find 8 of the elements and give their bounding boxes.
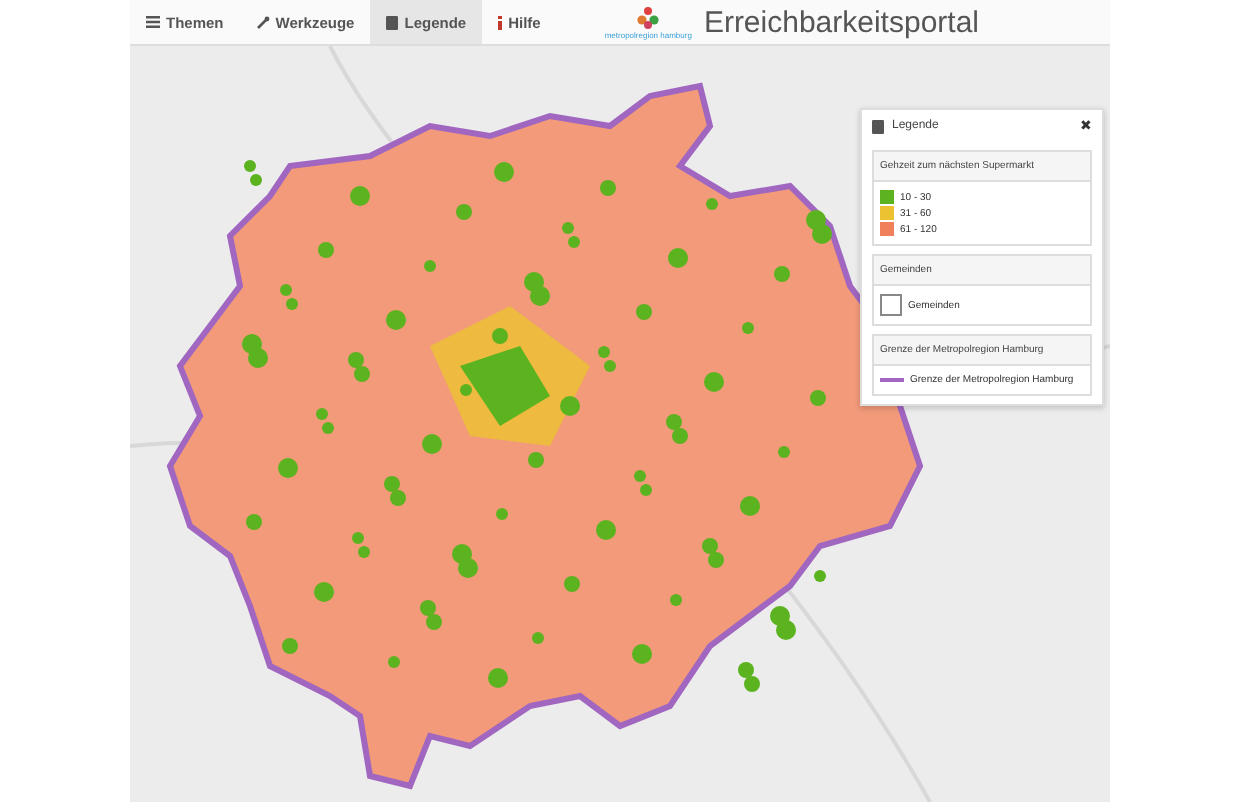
logo-icon xyxy=(636,5,661,29)
info-icon xyxy=(498,15,503,29)
portal-title: Erreichbarkeitsportal xyxy=(703,5,979,39)
book-icon xyxy=(386,15,399,29)
wrench-icon xyxy=(255,15,270,29)
book-icon xyxy=(872,119,884,133)
list-icon xyxy=(146,16,160,28)
map-drawing[interactable] xyxy=(130,46,1110,802)
